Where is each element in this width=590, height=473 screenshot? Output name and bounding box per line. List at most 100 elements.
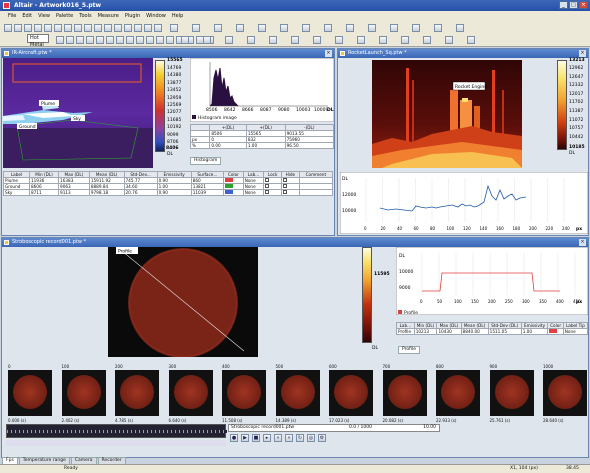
tool-icon[interactable] (192, 24, 200, 32)
menu-help[interactable]: Help (172, 11, 183, 21)
column-header[interactable]: Color (547, 322, 564, 329)
tool-icon[interactable] (236, 24, 244, 32)
table-row[interactable]: Sky 8711 9113 9798.18 20.76 0.90 11039 None (3, 189, 334, 196)
tool-icon[interactable] (247, 36, 255, 44)
tool-icon[interactable] (335, 36, 343, 44)
tool-icon[interactable] (203, 36, 211, 44)
frame-thumbnail[interactable] (8, 370, 52, 416)
play-icon[interactable] (156, 36, 164, 44)
zoom-in-icon[interactable] (94, 24, 102, 32)
redo-icon[interactable] (84, 24, 92, 32)
tool-icon[interactable] (324, 24, 332, 32)
copy-icon[interactable] (54, 24, 62, 32)
checkbox[interactable] (283, 190, 287, 194)
tool-icon[interactable] (401, 36, 409, 44)
menu-file[interactable]: File (8, 11, 16, 21)
tool-icon[interactable] (412, 24, 420, 32)
tool-icon[interactable] (214, 24, 222, 32)
snapshot-icon[interactable]: ◎ (307, 434, 315, 442)
record-icon[interactable] (146, 36, 154, 44)
tool-icon[interactable] (280, 24, 288, 32)
minimize-button[interactable]: _ (559, 1, 568, 9)
loop-icon[interactable]: ↻ (296, 434, 304, 442)
menu-palette[interactable]: Palette (56, 11, 73, 21)
frame-thumbnail[interactable] (543, 370, 587, 416)
select-icon[interactable] (124, 24, 132, 32)
fast-forward-icon[interactable]: » (274, 434, 282, 442)
palette-select[interactable]: Hot Metal (27, 34, 49, 48)
tool-icon[interactable] (346, 24, 354, 32)
rewind-icon[interactable]: « (285, 434, 293, 442)
checkbox[interactable] (265, 190, 270, 194)
tab-histogram[interactable]: Histogram (190, 157, 222, 165)
tool-icon[interactable] (467, 36, 475, 44)
checkbox[interactable] (283, 184, 287, 188)
camera-icon[interactable] (136, 36, 144, 44)
tool-icon[interactable] (456, 24, 464, 32)
close-icon[interactable]: × (579, 50, 586, 57)
column-header[interactable]: Mean (DL) (460, 322, 489, 329)
tool-icon[interactable] (225, 36, 233, 44)
point-icon[interactable] (66, 36, 74, 44)
checkbox[interactable] (265, 184, 270, 188)
checkbox[interactable] (265, 178, 270, 182)
frame-thumbnail[interactable] (168, 370, 213, 416)
frame-thumbnail[interactable] (61, 370, 106, 416)
rect-icon[interactable] (134, 24, 142, 32)
checkbox[interactable] (283, 178, 287, 182)
frame-thumbnail[interactable] (329, 370, 373, 416)
menu-edit[interactable]: Edit (22, 11, 32, 21)
rocket-thermal-image[interactable]: Rocket Engine (372, 60, 522, 168)
strobo-image[interactable]: Profile (108, 247, 258, 357)
tool-icon[interactable] (445, 36, 453, 44)
new-icon[interactable] (4, 24, 12, 32)
table-row[interactable]: Profile 10213 10430 8840.00 1511.05 1.00 None (396, 328, 589, 335)
stop-icon[interactable] (166, 36, 174, 44)
settings-icon[interactable]: ⚙ (318, 434, 326, 442)
table-icon[interactable] (126, 36, 134, 44)
tool-icon[interactable] (357, 36, 365, 44)
tool-icon[interactable] (423, 36, 431, 44)
ellipse-icon[interactable] (144, 24, 152, 32)
close-icon[interactable]: × (325, 50, 332, 57)
tool-icon[interactable] (269, 36, 277, 44)
color-swatch[interactable] (225, 190, 234, 194)
stop-icon[interactable]: ■ (252, 434, 260, 442)
tool-icon[interactable] (434, 24, 442, 32)
save-icon[interactable] (24, 24, 32, 32)
menu-window[interactable]: Window (146, 11, 166, 21)
step-forward-icon[interactable]: ▸ (263, 434, 271, 442)
column-header[interactable]: Std-Dev (DL) (487, 322, 522, 329)
zoom-out-icon[interactable] (104, 24, 112, 32)
histogram-icon[interactable] (106, 36, 114, 44)
tool-icon[interactable] (258, 24, 266, 32)
text-icon[interactable] (76, 36, 84, 44)
column-header[interactable]: Max (DL) (436, 322, 462, 329)
tool-icon[interactable] (313, 36, 321, 44)
frame-thumbnail[interactable] (115, 370, 159, 416)
tool-icon[interactable] (368, 24, 376, 32)
tool-icon[interactable] (181, 36, 189, 44)
tab-profile[interactable]: Profile (398, 346, 420, 354)
paste-icon[interactable] (64, 24, 72, 32)
frame-thumbnail[interactable] (275, 370, 320, 416)
cut-icon[interactable] (44, 24, 52, 32)
pan-icon[interactable] (114, 24, 122, 32)
timeline-scrollbar[interactable] (6, 440, 226, 446)
print-icon[interactable] (34, 24, 42, 32)
play-icon[interactable]: ▶ (241, 434, 249, 442)
open-icon[interactable] (14, 24, 22, 32)
polygon-icon[interactable] (56, 36, 64, 44)
tool-icon[interactable] (170, 24, 178, 32)
color-swatch[interactable] (225, 184, 234, 188)
frame-thumbnail[interactable] (489, 370, 534, 416)
close-icon[interactable]: × (579, 239, 586, 246)
column-header[interactable]: Min (DL) (413, 322, 438, 329)
undo-icon[interactable] (74, 24, 82, 32)
menu-tools[interactable]: Tools (79, 11, 91, 21)
tool-icon[interactable] (291, 36, 299, 44)
scale-icon[interactable] (96, 36, 104, 44)
tool-icon[interactable] (379, 36, 387, 44)
palette-icon[interactable] (86, 36, 94, 44)
menu-view[interactable]: View (38, 11, 50, 21)
